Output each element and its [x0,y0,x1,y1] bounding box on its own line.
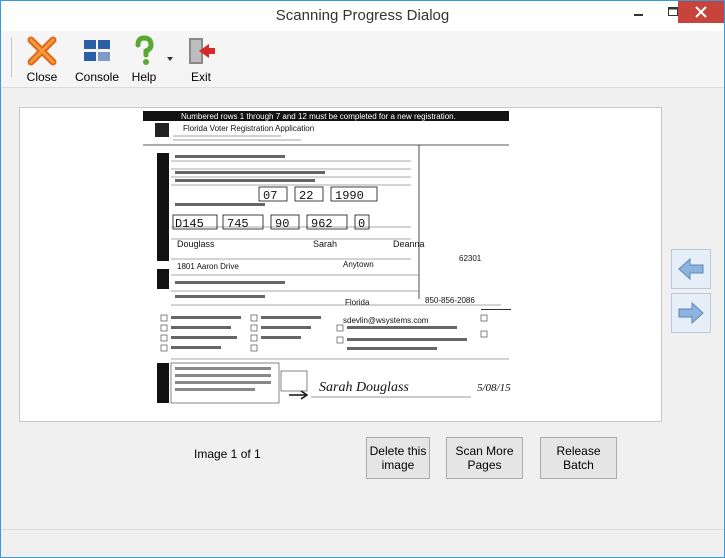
close-tool-button[interactable]: Close [21,35,63,84]
toolbar: Close Console Help Exit [1,31,724,88]
previous-image-button[interactable] [671,249,711,289]
arrow-left-icon [678,257,704,281]
doc-first-name: Sarah [313,239,337,249]
console-tool-button[interactable]: Console [73,35,121,84]
close-icon [695,6,707,18]
release-batch-button[interactable]: Release Batch [540,437,617,479]
doc-date-signed: 5/08/15 [477,382,511,394]
doc-state: Florida [345,298,370,307]
doc-banner: Numbered rows 1 through 7 and 12 must be… [181,112,456,121]
doc-city: Anytown [343,260,374,269]
delete-image-button[interactable]: Delete this image [366,437,430,479]
console-tool-label: Console [74,70,120,84]
close-x-icon [27,36,57,66]
scanned-document-image: Numbered rows 1 through 7 and 12 must be… [141,109,539,420]
maximize-icon [668,7,678,16]
scanning-progress-window: Scanning Progress Dialog Close Console H… [0,0,725,558]
doc-license-3: 90 [275,217,289,231]
doc-phone: 850-856-2086 [425,296,475,305]
toolbar-grip [11,37,12,77]
image-counter: Image 1 of 1 [194,447,261,461]
exit-tool-button[interactable]: Exit [183,35,219,84]
doc-zip: 62301 [459,254,482,263]
minimize-icon [634,14,643,16]
console-icon [84,40,110,61]
close-tool-label: Close [26,70,58,84]
next-image-button[interactable] [671,293,711,333]
doc-signature: Sarah Douglass [319,380,409,395]
doc-address: 1801 Aaron Drive [177,262,239,271]
status-bar-divider [1,529,724,530]
exit-tool-label: Exit [190,70,211,84]
doc-email: sdevlin@wsystems.com [343,316,429,325]
title-bar: Scanning Progress Dialog [1,1,724,31]
help-tool-button[interactable]: Help [127,35,161,84]
doc-license-2: 745 [227,217,249,231]
doc-middle-name: Deanna [393,239,425,249]
window-close-button[interactable] [678,1,724,23]
image-preview-panel: Numbered rows 1 through 7 and 12 must be… [19,107,662,422]
arrow-right-icon [678,301,704,325]
minimize-button[interactable] [622,1,656,23]
doc-license-1: D145 [175,217,204,231]
exit-door-icon [189,38,215,64]
help-tool-label: Help [131,70,157,84]
question-mark-icon [135,35,154,65]
doc-form-title: Florida Voter Registration Application [183,124,314,133]
help-dropdown-arrow-icon[interactable] [167,57,173,61]
scan-more-pages-button[interactable]: Scan More Pages [446,437,523,479]
window-title: Scanning Progress Dialog [275,7,450,24]
doc-birth-month: 07 [263,189,277,203]
doc-birth-year: 1990 [335,189,364,203]
doc-license-4: 962 [311,217,333,231]
doc-birth-day: 22 [299,189,313,203]
doc-last-name: Douglass [177,239,215,249]
doc-license-5: 0 [358,217,365,231]
